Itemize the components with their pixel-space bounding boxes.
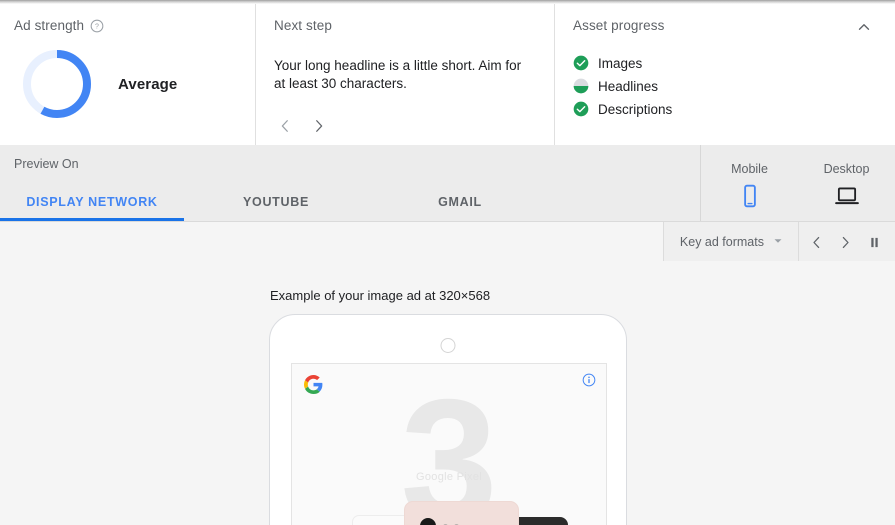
ad-strength-title: Ad strength xyxy=(14,18,85,33)
carousel-next-button[interactable] xyxy=(832,229,858,255)
ad-strength-body: Average xyxy=(14,47,255,121)
help-circle-icon[interactable]: ? xyxy=(90,19,104,33)
chevron-up-icon[interactable] xyxy=(853,16,875,38)
ad-formats-toolbar: Key ad formats xyxy=(0,221,895,262)
next-step-title: Next step xyxy=(274,18,332,33)
ad-brand-text: Google Pixel xyxy=(416,471,482,483)
mobile-phone-icon xyxy=(737,183,763,209)
carousel-prev-button[interactable] xyxy=(803,229,829,255)
ad-product-phone-pink xyxy=(404,501,519,525)
key-ad-formats-label: Key ad formats xyxy=(679,235,764,249)
chevron-down-icon xyxy=(772,235,784,250)
preview-caption: Example of your image ad at 320×568 xyxy=(270,288,491,303)
asset-progress-header: Asset progress xyxy=(573,18,879,38)
asset-row-descriptions: Descriptions xyxy=(573,101,879,117)
asset-progress-title: Asset progress xyxy=(573,18,665,33)
key-ad-formats-dropdown[interactable]: Key ad formats xyxy=(664,222,798,262)
check-circle-icon xyxy=(573,101,589,117)
device-option-desktop[interactable]: Desktop xyxy=(798,145,895,221)
tab-gmail[interactable]: GMAIL xyxy=(368,195,552,209)
ad-strength-panel: Ad strength ? Average xyxy=(0,4,255,145)
tab-display-network[interactable]: DISPLAY NETWORK xyxy=(0,195,184,209)
next-step-next-button[interactable] xyxy=(308,115,330,137)
summary-strip: Ad strength ? Average Next step Your lon… xyxy=(0,4,895,145)
asset-label: Headlines xyxy=(598,78,659,94)
google-g-logo-icon xyxy=(304,375,323,394)
phone-speaker-icon xyxy=(440,338,456,353)
phone-mockup: 3 Google Pixel xyxy=(269,314,627,525)
ad-preview-screen: Ad strength ? Average Next step Your lon… xyxy=(0,0,895,525)
half-circle-icon xyxy=(573,78,589,94)
asset-row-images: Images xyxy=(573,55,879,71)
device-label: Desktop xyxy=(823,161,870,176)
ad-creative[interactable]: 3 Google Pixel xyxy=(291,363,607,525)
preview-on-label: Preview On xyxy=(14,157,79,171)
asset-label: Descriptions xyxy=(598,101,673,117)
carousel-controls xyxy=(798,222,895,262)
preview-on-bar: Preview On DISPLAY NETWORK YOUTUBE GMAIL… xyxy=(0,145,895,221)
device-toggle-group: Mobile Desktop xyxy=(700,145,895,221)
ad-strength-rating: Average xyxy=(118,75,178,93)
device-option-mobile[interactable]: Mobile xyxy=(701,145,798,221)
tab-youtube[interactable]: YOUTUBE xyxy=(184,195,368,209)
info-circle-icon[interactable] xyxy=(582,373,596,387)
next-step-nav xyxy=(274,115,530,137)
ad-strength-title-row: Ad strength ? xyxy=(14,18,255,33)
next-step-panel: Next step Your long headline is a little… xyxy=(255,4,554,145)
asset-progress-list: Images Headlines Descriptions xyxy=(573,55,879,117)
ad-formats-controls: Key ad formats xyxy=(662,222,895,262)
next-step-message: Your long headline is a little short. Ai… xyxy=(274,58,522,91)
laptop-icon xyxy=(834,183,860,209)
asset-progress-panel: Asset progress Images Headlines Descript… xyxy=(554,4,895,145)
device-label: Mobile xyxy=(731,161,768,176)
asset-row-headlines: Headlines xyxy=(573,78,879,94)
camera-lens xyxy=(420,518,436,525)
next-step-prev-button[interactable] xyxy=(274,115,296,137)
ad-strength-donut xyxy=(20,47,94,121)
check-circle-icon xyxy=(573,55,589,71)
ad-preview-stage: Example of your image ad at 320×568 3 Go… xyxy=(0,261,895,525)
preview-channel-tabs: DISPLAY NETWORK YOUTUBE GMAIL xyxy=(0,183,700,221)
svg-text:?: ? xyxy=(95,23,99,30)
pause-icon[interactable] xyxy=(861,229,887,255)
asset-label: Images xyxy=(598,55,643,71)
